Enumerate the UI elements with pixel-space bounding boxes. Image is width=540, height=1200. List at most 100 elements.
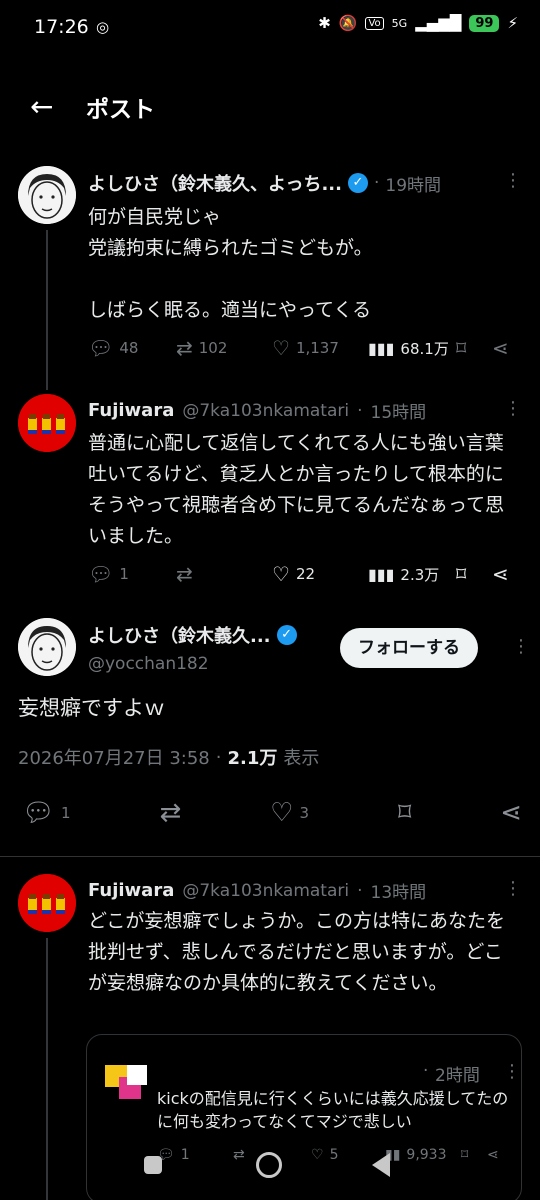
author-name[interactable]: Fujiwara	[88, 880, 174, 901]
bookmark-button[interactable]: ⌑	[398, 798, 411, 828]
post-time-dot: ·	[373, 173, 380, 193]
bookmark-icon: ⌑	[456, 562, 467, 586]
share-button[interactable]: ⋖	[492, 336, 509, 360]
post-actions: 💬︎ 1 ⇄ ♡ 3 ⌑ ⋖	[22, 798, 522, 828]
reply-count: 48	[119, 339, 139, 357]
reply-button[interactable]: 💬︎ 1	[22, 798, 71, 828]
author-name[interactable]: Fujiwara	[88, 400, 174, 421]
divider	[0, 856, 540, 857]
status-icons: ✱ 🔕 Vo 5G ▂▄▆█ 99 ⚡	[318, 14, 518, 32]
volte-icon: Vo	[365, 16, 384, 30]
post-time-dot: ·	[423, 1061, 429, 1081]
heart-icon: ♡	[272, 562, 290, 586]
share-icon: ⋖	[492, 336, 509, 360]
like-button[interactable]: ♡ 22	[272, 562, 368, 586]
timestamp-dot: ·	[215, 746, 222, 768]
reply-count: 1	[119, 565, 129, 583]
back-arrow-icon[interactable]: ←	[30, 90, 53, 123]
more-options-icon[interactable]: ⋮	[504, 878, 522, 899]
like-button[interactable]: ♡ 3	[270, 798, 309, 828]
reply-button[interactable]: 💬︎ 48	[88, 336, 176, 360]
back-nav-icon[interactable]	[372, 1153, 390, 1177]
reply-count: 1	[61, 804, 71, 822]
avatar[interactable]	[18, 166, 76, 224]
status-time: 17:26	[34, 16, 89, 38]
bookmark-icon: ⌑	[397, 798, 412, 828]
bookmark-button[interactable]: ⌑	[456, 336, 492, 360]
views-icon: ▮▮▮	[368, 338, 395, 358]
author-name[interactable]: よしひさ（鈴木義久、よっち...	[88, 170, 342, 196]
author-handle[interactable]: @7ka103nkamatari	[182, 881, 349, 901]
charging-icon: ⚡	[507, 14, 518, 32]
mute-icon: 🔕	[338, 14, 358, 32]
views-button[interactable]: ▮▮▮ 2.3万	[368, 564, 456, 585]
avatar[interactable]	[18, 874, 76, 932]
main-post: よしひさ（鈴木義久... ✓ @yocchan182 フォローする ⋮ 妄想癖で…	[0, 612, 540, 840]
post-text: 普通に心配して返信してくれてる人にも強い言葉吐いてるけど、貧乏人とか言ったりして…	[88, 432, 505, 547]
views-button[interactable]: ▮▮▮ 68.1万	[368, 338, 456, 359]
thread-line	[46, 230, 48, 390]
bookmark-icon: ⌑	[456, 336, 467, 360]
views-count: 2.3万	[400, 565, 440, 584]
system-nav-bar	[0, 1140, 540, 1200]
reply-icon: 💬︎	[88, 562, 114, 586]
status-bar: 17:26 ◎ ✱ 🔕 Vo 5G ▂▄▆█ 99 ⚡	[0, 0, 540, 56]
author-name[interactable]: よしひさ（鈴木義久...	[88, 622, 271, 648]
views-label: 表示	[283, 748, 320, 769]
quoted-avatar	[105, 1065, 149, 1109]
bluetooth-icon: ✱	[318, 14, 331, 32]
repost-icon: ⇄	[159, 798, 182, 828]
network-label: 5G	[391, 16, 408, 30]
more-options-icon[interactable]: ⋮	[503, 1061, 521, 1082]
views-count: 2.1万	[227, 748, 278, 769]
verified-badge-icon: ✓	[276, 625, 297, 645]
post-actions: 💬︎ 1 ⇄ ♡ 22 ▮▮▮ 2.3万 ⌑ ⋖	[88, 562, 528, 586]
top-header: ← ポスト	[0, 72, 540, 138]
post-1[interactable]: よしひさ（鈴木義久、よっち... ✓ · 19時間 ⋮ 何が自民党じゃ 党議拘束…	[0, 160, 540, 390]
post-text: 何が自民党じゃ 党議拘束に縛られたゴミどもが。 しばらく眠る。適当にやってくる	[88, 206, 373, 321]
quoted-time: 2時間	[435, 1066, 480, 1086]
reply-icon: 💬︎	[88, 336, 114, 360]
repost-button[interactable]: ⇄ 102	[176, 336, 272, 360]
share-button[interactable]: ⋖	[500, 798, 522, 828]
post-2[interactable]: Fujiwara @7ka103nkamatari · 15時間 ⋮ 普通に心配…	[0, 388, 540, 598]
reply-button[interactable]: 💬︎ 1	[88, 562, 176, 586]
post-time: 19時間	[385, 175, 442, 196]
repost-count: 102	[198, 339, 228, 357]
heart-icon: ♡	[270, 798, 294, 828]
avatar[interactable]	[18, 618, 76, 676]
views-icon: ▮▮▮	[368, 564, 395, 584]
recent-apps-icon[interactable]	[144, 1156, 162, 1174]
follow-button[interactable]: フォローする	[340, 628, 478, 668]
bookmark-button[interactable]: ⌑	[456, 562, 492, 586]
more-options-icon[interactable]: ⋮	[504, 170, 522, 191]
shield-status-icon: ◎	[96, 18, 110, 36]
post-timestamp[interactable]: 2026年07月27日 3:58	[18, 744, 210, 770]
post-actions: 💬︎ 48 ⇄ 102 ♡ 1,137 ▮▮▮ 68.1万 ⌑ ⋖	[88, 336, 528, 360]
page-title: ポスト	[86, 97, 155, 123]
post-time-dot: ·	[357, 400, 363, 421]
views-count: 68.1万	[400, 339, 449, 358]
post-time: 15時間	[370, 403, 427, 423]
more-options-icon[interactable]: ⋮	[504, 398, 522, 419]
post-time: 13時間	[370, 883, 427, 903]
share-icon: ⋖	[500, 798, 522, 828]
share-button[interactable]: ⋖	[492, 562, 509, 586]
like-count: 3	[299, 804, 310, 822]
like-count: 1,137	[295, 339, 339, 357]
author-handle[interactable]: @yocchan182	[88, 654, 209, 674]
avatar[interactable]	[18, 394, 76, 452]
repost-icon: ⇄	[176, 336, 193, 360]
share-icon: ⋖	[492, 562, 509, 586]
repost-button[interactable]: ⇄	[176, 562, 272, 586]
author-handle[interactable]: @7ka103nkamatari	[182, 401, 349, 421]
repost-icon: ⇄	[176, 562, 193, 586]
repost-button[interactable]: ⇄	[159, 798, 181, 828]
post-text: どこが妄想癖でしょうか。この方は特にあなたを批判せず、悲しんでるだけだと思います…	[88, 910, 506, 994]
more-options-icon[interactable]: ⋮	[512, 636, 530, 657]
heart-icon: ♡	[272, 336, 290, 360]
reply-icon: 💬︎	[22, 798, 56, 828]
home-icon[interactable]	[256, 1152, 282, 1178]
quoted-text: kickの配信見に行くくらいには義久応援してたのに何も変わってなくてマジで悲しい	[157, 1089, 509, 1131]
like-button[interactable]: ♡ 1,137	[272, 336, 368, 360]
